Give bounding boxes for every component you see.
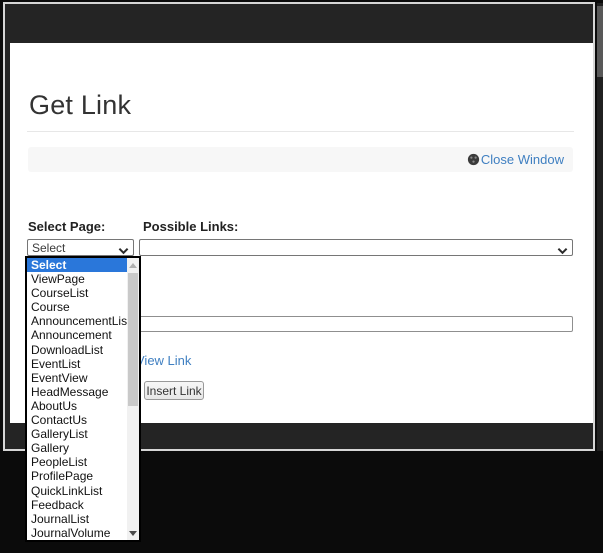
dropdown-option[interactable]: ContactUs <box>27 413 127 427</box>
dropdown-option[interactable]: ViewPage <box>27 272 127 286</box>
arrow-down-icon <box>129 531 137 536</box>
dropdown-option[interactable]: JournalList <box>27 512 127 526</box>
close-window-label: Close Window <box>481 152 564 167</box>
insert-link-button[interactable]: Insert Link <box>144 381 204 400</box>
browser-scrollbar[interactable] <box>597 3 603 451</box>
possible-links-dropdown[interactable] <box>139 239 573 256</box>
dropdown-option[interactable]: QuickLinkList <box>27 484 127 498</box>
close-window-link[interactable]: Close Window <box>467 152 564 167</box>
view-link[interactable]: View Link <box>136 353 191 368</box>
dropdown-option[interactable]: HeadMessage <box>27 385 127 399</box>
select-page-dropdown[interactable]: Select <box>27 239 134 256</box>
dropdown-option[interactable]: ProfilePage <box>27 469 127 483</box>
scroll-up-button[interactable] <box>127 258 139 272</box>
close-window-icon <box>467 153 480 166</box>
dropdown-option[interactable]: PeopleList <box>27 455 127 469</box>
dropdown-option[interactable]: CourseList <box>27 286 127 300</box>
dropdown-options: SelectViewPageCourseListCourseAnnounceme… <box>27 258 127 540</box>
dropdown-option[interactable]: Select <box>27 258 127 272</box>
dropdown-scrollbar-thumb[interactable] <box>128 273 138 406</box>
arrow-up-icon <box>129 263 137 268</box>
dropdown-option[interactable]: Feedback <box>27 498 127 512</box>
select-page-open-list: SelectViewPageCourseListCourseAnnounceme… <box>25 256 141 542</box>
select-page-label: Select Page: <box>28 219 105 234</box>
dropdown-option[interactable]: GalleryList <box>27 427 127 441</box>
dropdown-scrollbar[interactable] <box>127 258 139 540</box>
dropdown-option[interactable]: DownloadList <box>27 343 127 357</box>
dropdown-option[interactable]: EventList <box>27 357 127 371</box>
chevron-down-icon <box>557 244 568 252</box>
page-title: Get Link <box>29 90 131 121</box>
dropdown-option[interactable]: EventView <box>27 371 127 385</box>
chevron-down-icon <box>118 244 129 252</box>
title-divider <box>27 131 574 132</box>
dropdown-option[interactable]: AboutUs <box>27 399 127 413</box>
dropdown-option[interactable]: AnnouncementList <box>27 314 127 328</box>
browser-scrollbar-thumb[interactable] <box>597 6 603 77</box>
scroll-down-button[interactable] <box>127 526 139 540</box>
possible-links-label: Possible Links: <box>143 219 238 234</box>
toolbar: Close Window <box>28 147 573 172</box>
dropdown-option[interactable]: Course <box>27 300 127 314</box>
select-page-value: Select <box>32 241 118 255</box>
dropdown-option[interactable]: Gallery <box>27 441 127 455</box>
dropdown-option[interactable]: Announcement <box>27 328 127 342</box>
dropdown-option[interactable]: JournalVolume <box>27 526 127 540</box>
